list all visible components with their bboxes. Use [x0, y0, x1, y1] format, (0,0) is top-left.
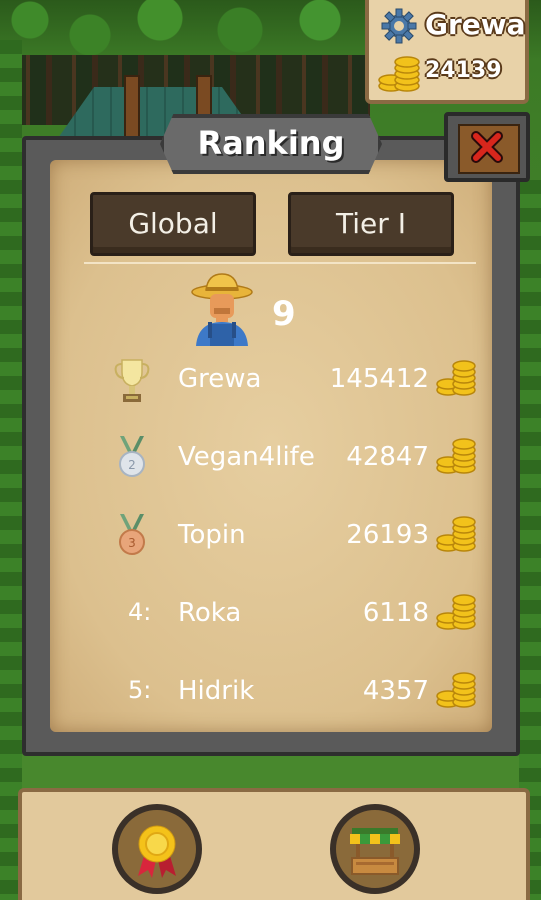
silver-medal-icon: 2 — [119, 436, 145, 477]
coin-stack-icon — [436, 594, 476, 630]
page-title: Ranking — [197, 124, 345, 162]
ranking-row: Grewa 145412 — [0, 359, 541, 424]
trophy-icon — [114, 359, 150, 402]
tab-tier[interactable]: Tier I — [288, 192, 454, 256]
bronze-medal-icon: 3 — [119, 514, 145, 555]
tab-label: Tier I — [336, 207, 406, 240]
ranking-button[interactable] — [112, 804, 202, 894]
player-score: 4357 — [362, 676, 429, 706]
coin-stack-icon — [436, 360, 476, 396]
farmer-avatar-icon — [191, 273, 253, 346]
bottom-bar — [18, 788, 530, 900]
user-panel: Grewa 24139 — [365, 0, 529, 104]
player-name: Roka — [178, 598, 242, 628]
wooden-post — [124, 75, 140, 141]
medal-number: 3 — [128, 536, 136, 550]
tab-global[interactable]: Global — [90, 192, 256, 256]
medal-number: 2 — [128, 458, 136, 472]
coin-stack-icon — [436, 672, 476, 708]
player-name: Grewa — [178, 364, 262, 394]
tab-label: Global — [128, 207, 218, 240]
player-score: 42847 — [346, 442, 429, 472]
award-ribbon-icon — [138, 825, 176, 878]
close-icon — [471, 131, 503, 163]
ranking-row: 3 Topin 26193 — [0, 514, 541, 580]
rank-number: 5: — [128, 676, 152, 704]
shop-button[interactable] — [330, 804, 420, 894]
divider — [84, 262, 476, 264]
ranking-row: 2 Vegan4life 42847 — [0, 436, 541, 502]
ranking-row: 5: Hidrik 4357 — [0, 672, 541, 736]
rank-number: 4: — [128, 598, 152, 626]
close-button[interactable] — [444, 112, 530, 182]
coin-stack-icon — [378, 56, 420, 92]
shop-stall-icon — [350, 828, 400, 875]
gear-icon[interactable] — [381, 8, 417, 44]
player-score: 145412 — [329, 364, 429, 394]
player-name: Hidrik — [178, 676, 255, 706]
title-plate: Ranking — [160, 114, 382, 174]
coin-stack-icon — [436, 516, 476, 552]
player-score: 26193 — [346, 520, 429, 550]
player-name: Topin — [178, 520, 246, 550]
player-rank: 9 — [272, 294, 296, 334]
user-coins: 24139 — [425, 58, 502, 83]
player-score: 6118 — [362, 598, 429, 628]
coin-stack-icon — [436, 438, 476, 474]
ranking-row: 4: Roka 6118 — [0, 594, 541, 658]
user-name: Grewa — [425, 8, 526, 41]
player-name: Vegan4life — [178, 442, 315, 472]
